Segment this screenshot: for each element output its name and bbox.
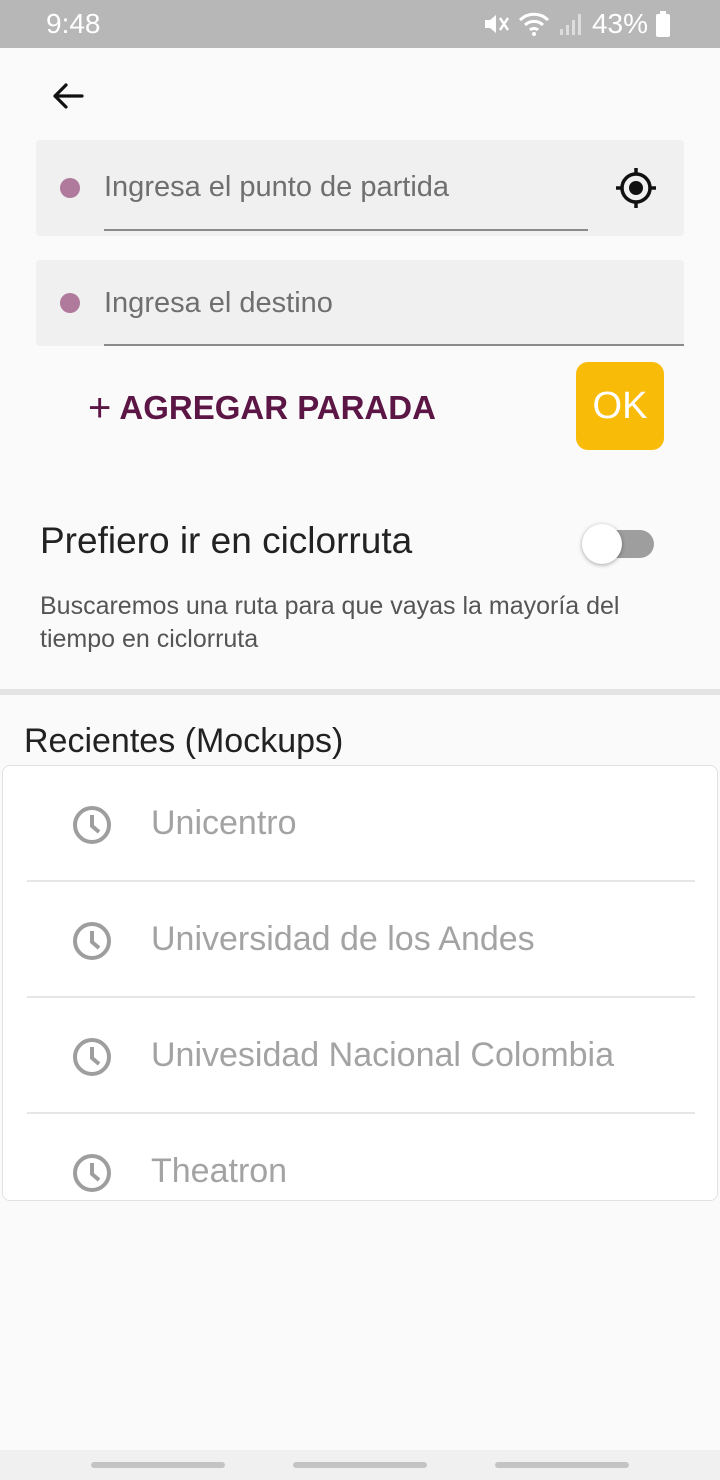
clock-icon	[73, 1154, 111, 1192]
clock-icon	[73, 1038, 111, 1076]
back-button[interactable]	[44, 72, 92, 120]
clock-icon	[73, 922, 111, 960]
ok-button[interactable]: OK	[576, 362, 664, 450]
destination-input[interactable]: Ingresa el destino	[104, 287, 333, 320]
status-icons: 43%	[482, 8, 670, 40]
destination-dot-icon	[60, 293, 80, 313]
destination-field[interactable]: Ingresa el destino	[36, 260, 684, 346]
bike-lane-preference-description: Buscaremos una ruta para que vayas la ma…	[40, 592, 620, 653]
origin-underline	[104, 229, 588, 231]
nav-back-button[interactable]	[495, 1462, 629, 1468]
mute-icon	[484, 15, 509, 33]
crosshair-location-icon	[616, 168, 656, 208]
battery-percent: 43%	[591, 8, 648, 39]
origin-input[interactable]: Ingresa el punto de partida	[104, 171, 449, 204]
origin-dot-icon	[60, 178, 80, 198]
my-location-button[interactable]	[614, 166, 658, 210]
recents-title: Recientes (Mockups)	[24, 722, 344, 760]
bike-lane-toggle[interactable]	[580, 524, 658, 564]
recent-item-label: Theatron	[151, 1152, 288, 1190]
bike-lane-preference-title: Prefiero ir en ciclorruta	[40, 520, 413, 561]
recent-item-universidad-de-los-andes[interactable]: Universidad de los Andes	[3, 882, 717, 998]
wifi-icon	[518, 12, 550, 36]
nav-recents-button[interactable]	[91, 1462, 225, 1468]
nav-home-button[interactable]	[293, 1462, 427, 1468]
destination-underline	[104, 344, 684, 346]
clock-icon	[73, 806, 111, 844]
add-stop-label: AGREGAR PARADA	[119, 389, 436, 426]
recents-list: Unicentro Universidad de los Andes Unive…	[2, 765, 718, 1201]
status-bar: 9:48 43%	[0, 0, 720, 48]
system-nav-bar	[0, 1450, 720, 1480]
origin-field[interactable]: Ingresa el punto de partida	[36, 140, 684, 236]
toggle-thumb	[582, 524, 622, 564]
signal-icon	[559, 14, 581, 35]
plus-icon: +	[88, 386, 112, 430]
recent-item-unicentro[interactable]: Unicentro	[3, 766, 717, 882]
recent-item-theatron[interactable]: Theatron	[3, 1114, 717, 1200]
recent-item-label: Unicentro	[151, 804, 297, 842]
battery-icon	[656, 11, 670, 37]
status-time: 9:48	[46, 8, 101, 39]
recent-item-univesidad-nacional-colombia[interactable]: Univesidad Nacional Colombia	[3, 998, 717, 1114]
recent-item-label: Univesidad Nacional Colombia	[151, 1036, 615, 1074]
recent-item-label: Universidad de los Andes	[151, 920, 535, 958]
add-stop-button[interactable]: + AGREGAR PARADA	[88, 386, 436, 430]
section-divider	[0, 689, 720, 695]
arrow-left-icon	[53, 83, 84, 109]
